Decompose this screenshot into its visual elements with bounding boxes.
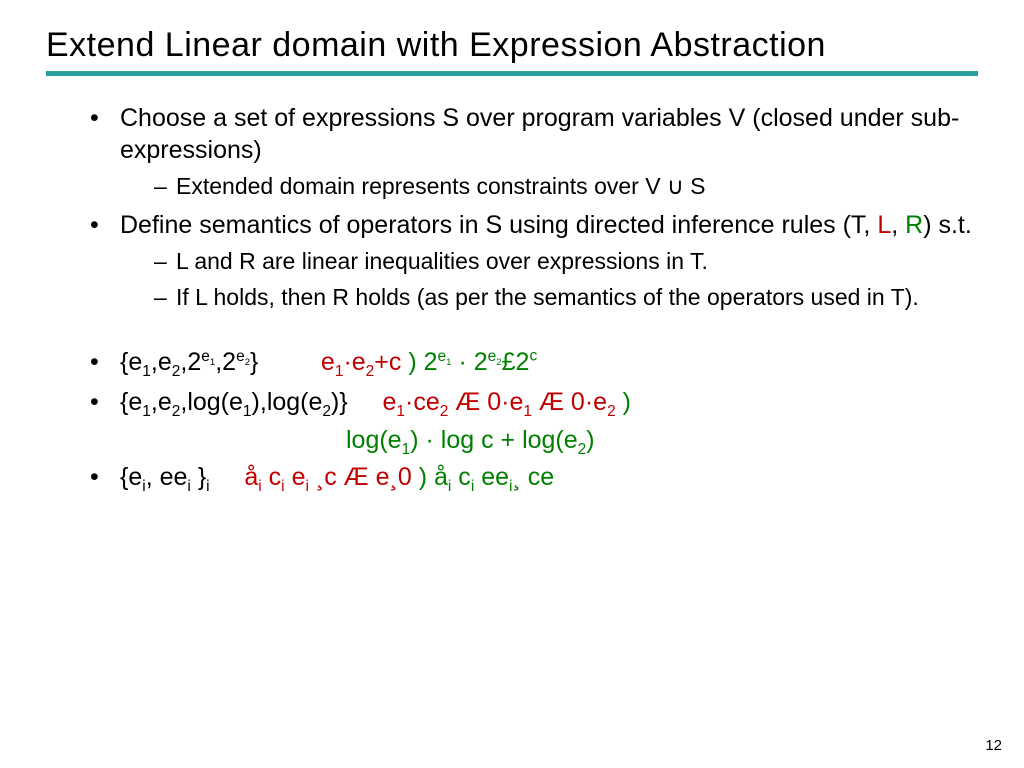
union-icon: ∪ [667,173,684,199]
sub-bullet-2-2: If L holds, then R holds (as per the sem… [154,283,978,312]
sub-bullet-2-1: L and R are linear inequalities over exp… [154,247,978,276]
sub-list-2: L and R are linear inequalities over exp… [154,247,978,312]
slide-title: Extend Linear domain with Expression Abs… [46,26,978,65]
ex1-rhs: ) 2e1 · 2e2£2c [408,348,537,376]
bullet-2: Define semantics of operators in S using… [90,209,978,312]
ex2-lhs: e1·ce2 Æ 0·e1 Æ 0·e2 [382,388,615,416]
b2-a: Define semantics of operators in S using… [120,211,877,239]
title-underline [46,71,978,76]
slide: Extend Linear domain with Expression Abs… [0,0,1024,493]
b2-R: R [905,211,923,239]
sub-list-1: Extended domain represents constraints o… [154,172,978,201]
bullet-1: Choose a set of expressions S over progr… [90,102,978,201]
bullet-list: Choose a set of expressions S over progr… [90,102,978,312]
example-3: {ei, eei }i åi ci ei ¸c Æ e¸0 ) åi ci ee… [90,461,978,493]
example-list: {e1,e2,2e1,2e2} e1·e2+c ) 2e1 · 2e2£2c {… [90,346,978,418]
example-2: {e1,e2,log(e1),log(e2)} e1·ce2 Æ 0·e1 Æ … [90,386,978,418]
ex2-rhs: log(e1) · log c + log(e2) [346,426,978,455]
example-1: {e1,e2,2e1,2e2} e1·e2+c ) 2e1 · 2e2£2c [90,346,978,378]
bullet-1-text: Choose a set of expressions S over progr… [120,104,959,164]
ex3-rhs: ) åi ci eei¸ ce [419,463,554,491]
example-list-2: {ei, eei }i åi ci ei ¸c Æ e¸0 ) åi ci ee… [90,461,978,493]
b2-mid: , [891,211,905,239]
page-number: 12 [985,737,1002,754]
spacer [46,320,978,346]
ex1-lhs: e1·e2+c [321,348,402,376]
ex3-lhs: åi ci ei ¸c Æ e¸0 [244,463,411,491]
b2-L: L [877,211,891,239]
b2-end: ) s.t. [923,211,972,239]
sub-1-1-b: S [684,173,706,199]
sub-bullet-1-1: Extended domain represents constraints o… [154,172,978,201]
ex2-implies: ) [623,388,631,416]
sub-1-1-a: Extended domain represents constraints o… [176,173,667,199]
